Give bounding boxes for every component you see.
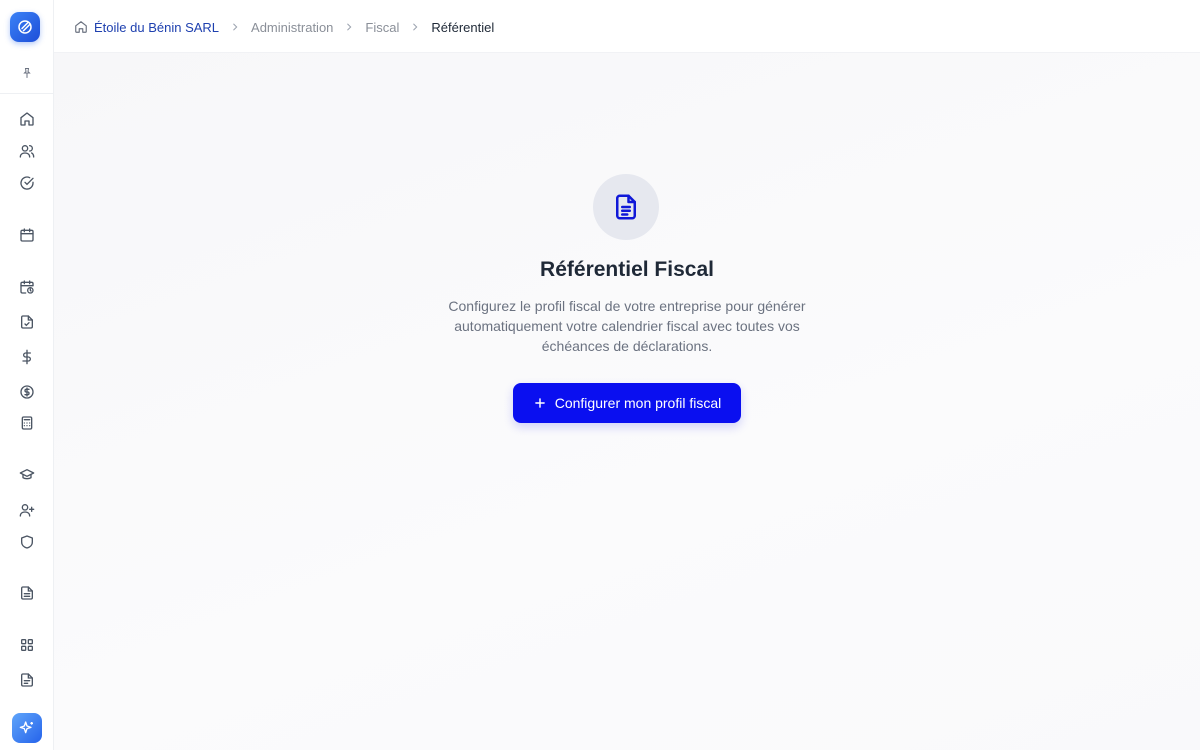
- document-text-icon: [616, 194, 636, 220]
- breadcrumb-company[interactable]: Étoile du Bénin SARL: [94, 20, 219, 35]
- ai-assistant-button[interactable]: [12, 713, 42, 743]
- topbar: Étoile du Bénin SARL Administration Fisc…: [54, 0, 1200, 53]
- check-circle-icon[interactable]: [17, 173, 37, 193]
- breadcrumb: Étoile du Bénin SARL Administration Fisc…: [74, 17, 494, 37]
- shield-icon[interactable]: [17, 532, 37, 552]
- breadcrumb-administration[interactable]: Administration: [251, 20, 333, 35]
- empty-state-description: Configurez le profil fiscal de votre ent…: [448, 298, 806, 354]
- calculator-icon[interactable]: [17, 413, 37, 433]
- file-check-icon[interactable]: [17, 312, 37, 332]
- grid-icon[interactable]: [17, 635, 37, 655]
- dollar-circle-icon[interactable]: [17, 382, 37, 402]
- home-icon[interactable]: [74, 20, 88, 34]
- file-list-icon[interactable]: [17, 670, 37, 690]
- empty-state-title: Référentiel Fiscal: [540, 258, 714, 281]
- logo-icon: [18, 20, 32, 34]
- breadcrumb-fiscal[interactable]: Fiscal: [365, 20, 399, 35]
- pin-icon[interactable]: [17, 63, 37, 83]
- file-text-icon[interactable]: [17, 583, 37, 603]
- chevron-right-icon: [410, 22, 420, 32]
- plus-icon: [533, 396, 547, 410]
- graduation-cap-icon[interactable]: [17, 465, 37, 485]
- chevron-right-icon: [230, 22, 240, 32]
- users-icon[interactable]: [17, 141, 37, 161]
- user-plus-icon[interactable]: [17, 500, 37, 520]
- sidebar-divider: [0, 93, 53, 94]
- configure-fiscal-profile-button[interactable]: Configurer mon profil fiscal: [513, 383, 741, 423]
- app-logo[interactable]: [10, 12, 40, 42]
- calendar-clock-icon[interactable]: [17, 277, 37, 297]
- breadcrumb-current: Référentiel: [431, 19, 495, 35]
- home-icon[interactable]: [17, 109, 37, 129]
- chevron-right-icon: [344, 22, 354, 32]
- calendar-icon[interactable]: [17, 225, 37, 245]
- sidebar: [0, 0, 54, 750]
- main-content: Référentiel Fiscal Configurez le profil …: [54, 53, 1200, 750]
- dollar-icon[interactable]: [17, 347, 37, 367]
- sparkles-icon: [19, 721, 33, 734]
- configure-button-label: Configurer mon profil fiscal: [554, 395, 722, 411]
- empty-state-icon-circle: [593, 174, 659, 240]
